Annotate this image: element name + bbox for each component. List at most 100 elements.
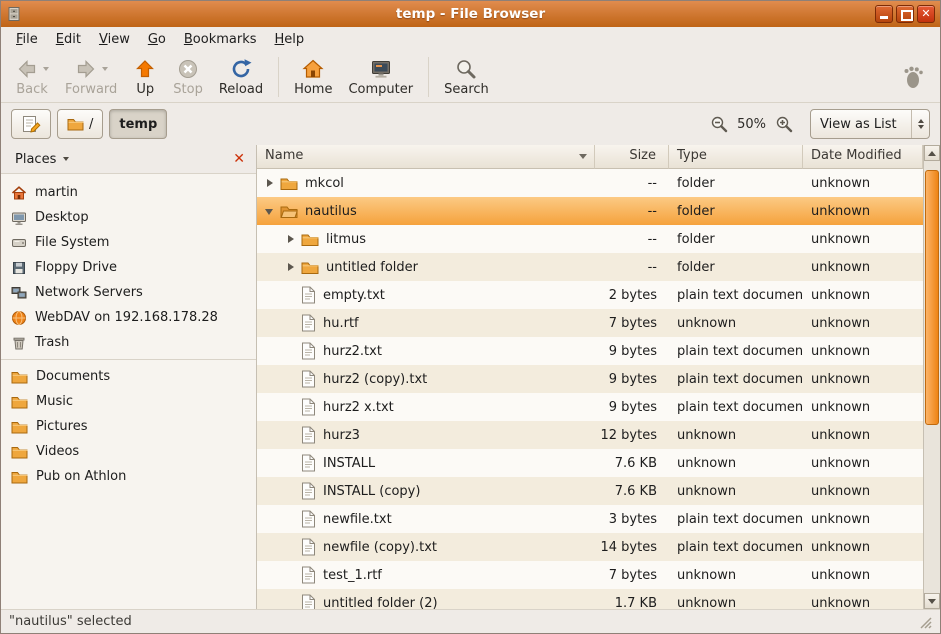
- scroll-down-button[interactable]: [924, 593, 940, 609]
- file-list: NameSizeTypeDate Modified mkcol -- folde…: [257, 145, 923, 609]
- window-title: temp - File Browser: [1, 6, 940, 22]
- toolbar-forward-button[interactable]: Forward: [57, 55, 125, 98]
- file-type: unknown: [669, 568, 803, 583]
- sidebar-item-documents[interactable]: Documents: [1, 364, 256, 389]
- titlebar[interactable]: temp - File Browser: [1, 1, 940, 27]
- path-current-button[interactable]: temp: [109, 109, 167, 139]
- view-mode-select[interactable]: View as List: [810, 109, 930, 139]
- sidebar-item-pub-on-athlon[interactable]: Pub on Athlon: [1, 464, 256, 489]
- forward-arrow-icon: [74, 57, 98, 81]
- file-name: test_1.rtf: [257, 566, 595, 584]
- column-header-type[interactable]: Type: [669, 145, 803, 169]
- menu-go[interactable]: Go: [139, 29, 175, 50]
- file-modified: unknown: [803, 288, 923, 303]
- file-size: 3 bytes: [595, 512, 669, 527]
- column-header-size[interactable]: Size: [595, 145, 669, 169]
- table-row[interactable]: INSTALL 7.6 KB unknown unknown: [257, 449, 923, 477]
- scroll-up-button[interactable]: [924, 145, 940, 161]
- scrollbar-thumb[interactable]: [925, 170, 939, 425]
- file-size: 7 bytes: [595, 568, 669, 583]
- toolbar-stop-button[interactable]: Stop: [165, 55, 211, 98]
- file-modified: unknown: [803, 344, 923, 359]
- history-dropdown-icon[interactable]: [102, 67, 108, 71]
- column-header-name[interactable]: Name: [257, 145, 595, 169]
- edit-location-icon: [21, 114, 41, 134]
- menu-file[interactable]: File: [7, 29, 47, 50]
- table-row[interactable]: hurz2.txt 9 bytes plain text document un…: [257, 337, 923, 365]
- menu-help[interactable]: Help: [266, 29, 314, 50]
- table-row[interactable]: hurz3 12 bytes unknown unknown: [257, 421, 923, 449]
- expander-icon[interactable]: [263, 204, 278, 218]
- sidebar-item-music[interactable]: Music: [1, 389, 256, 414]
- zoom-out-button[interactable]: [707, 112, 731, 136]
- toolbar-up-button[interactable]: Up: [125, 55, 165, 98]
- text-file-icon: [301, 314, 316, 332]
- sidebar-close-button[interactable]: ✕: [228, 150, 250, 168]
- file-name: newfile (copy).txt: [257, 538, 595, 556]
- menu-bookmarks[interactable]: Bookmarks: [175, 29, 266, 50]
- toolbar-computer-button[interactable]: Computer: [340, 55, 421, 98]
- sidebar-item-pictures[interactable]: Pictures: [1, 414, 256, 439]
- expander-spacer: [284, 512, 299, 526]
- maximize-button[interactable]: [896, 5, 914, 23]
- expander-icon[interactable]: [284, 232, 299, 246]
- sidebar-item-file-system[interactable]: File System: [1, 230, 256, 255]
- expander-icon[interactable]: [284, 260, 299, 274]
- file-modified: unknown: [803, 540, 923, 555]
- table-row[interactable]: newfile.txt 3 bytes plain text document …: [257, 505, 923, 533]
- column-header-date-modified[interactable]: Date Modified: [803, 145, 923, 169]
- webdav-icon: [11, 310, 27, 326]
- sidebar-item-webdav-on-192-168-178-28[interactable]: WebDAV on 192.168.178.28: [1, 305, 256, 330]
- table-row[interactable]: hu.rtf 7 bytes unknown unknown: [257, 309, 923, 337]
- history-dropdown-icon[interactable]: [43, 67, 49, 71]
- file-size: 2 bytes: [595, 288, 669, 303]
- status-text: "nautilus" selected: [9, 614, 132, 629]
- path-root-label: /: [89, 117, 93, 132]
- sidebar-item-martin[interactable]: martin: [1, 180, 256, 205]
- table-row[interactable]: hurz2 x.txt 9 bytes plain text document …: [257, 393, 923, 421]
- places-selector[interactable]: Places: [7, 149, 77, 170]
- sidebar-item-videos[interactable]: Videos: [1, 439, 256, 464]
- file-browser-window: temp - File Browser FileEditViewGoBookma…: [0, 0, 941, 634]
- file-modified: unknown: [803, 260, 923, 275]
- table-row[interactable]: mkcol -- folder unknown: [257, 169, 923, 197]
- table-row[interactable]: hurz2 (copy).txt 9 bytes plain text docu…: [257, 365, 923, 393]
- expander-icon[interactable]: [263, 176, 278, 190]
- file-modified: unknown: [803, 204, 923, 219]
- sidebar-item-trash[interactable]: Trash: [1, 330, 256, 355]
- sidebar-item-desktop[interactable]: Desktop: [1, 205, 256, 230]
- expander-spacer: [284, 344, 299, 358]
- table-row[interactable]: untitled folder -- folder unknown: [257, 253, 923, 281]
- table-row[interactable]: litmus -- folder unknown: [257, 225, 923, 253]
- sidebar-item-network-servers[interactable]: Network Servers: [1, 280, 256, 305]
- table-row[interactable]: untitled folder (2) 1.7 KB unknown unkno…: [257, 589, 923, 609]
- table-row[interactable]: INSTALL (copy) 7.6 KB unknown unknown: [257, 477, 923, 505]
- file-type: plain text document: [669, 512, 803, 527]
- minimize-button[interactable]: [875, 5, 893, 23]
- folder-icon: [11, 370, 28, 384]
- vertical-scrollbar[interactable]: [923, 145, 940, 609]
- file-modified: unknown: [803, 484, 923, 499]
- toolbar-reload-button[interactable]: Reload: [211, 55, 271, 98]
- toolbar-back-button[interactable]: Back: [7, 55, 57, 98]
- toolbar-home-button[interactable]: Home: [286, 55, 340, 98]
- sidebar-item-floppy-drive[interactable]: Floppy Drive: [1, 255, 256, 280]
- menu-edit[interactable]: Edit: [47, 29, 90, 50]
- text-file-icon: [301, 398, 316, 416]
- file-size: 1.7 KB: [595, 596, 669, 610]
- view-mode-stepper[interactable]: [911, 110, 929, 138]
- table-row[interactable]: newfile (copy).txt 14 bytes plain text d…: [257, 533, 923, 561]
- resize-grip-icon[interactable]: [918, 615, 932, 629]
- table-row[interactable]: empty.txt 2 bytes plain text document un…: [257, 281, 923, 309]
- toolbar-search-button[interactable]: Search: [436, 55, 497, 98]
- folder-icon: [67, 117, 84, 131]
- close-button[interactable]: [917, 5, 935, 23]
- expander-spacer: [284, 540, 299, 554]
- zoom-in-button[interactable]: [772, 112, 796, 136]
- file-type: folder: [669, 204, 803, 219]
- table-row[interactable]: test_1.rtf 7 bytes unknown unknown: [257, 561, 923, 589]
- table-row[interactable]: nautilus -- folder unknown: [257, 197, 923, 225]
- menu-view[interactable]: View: [90, 29, 139, 50]
- path-root-button[interactable]: /: [57, 109, 103, 139]
- edit-location-button[interactable]: [11, 109, 51, 139]
